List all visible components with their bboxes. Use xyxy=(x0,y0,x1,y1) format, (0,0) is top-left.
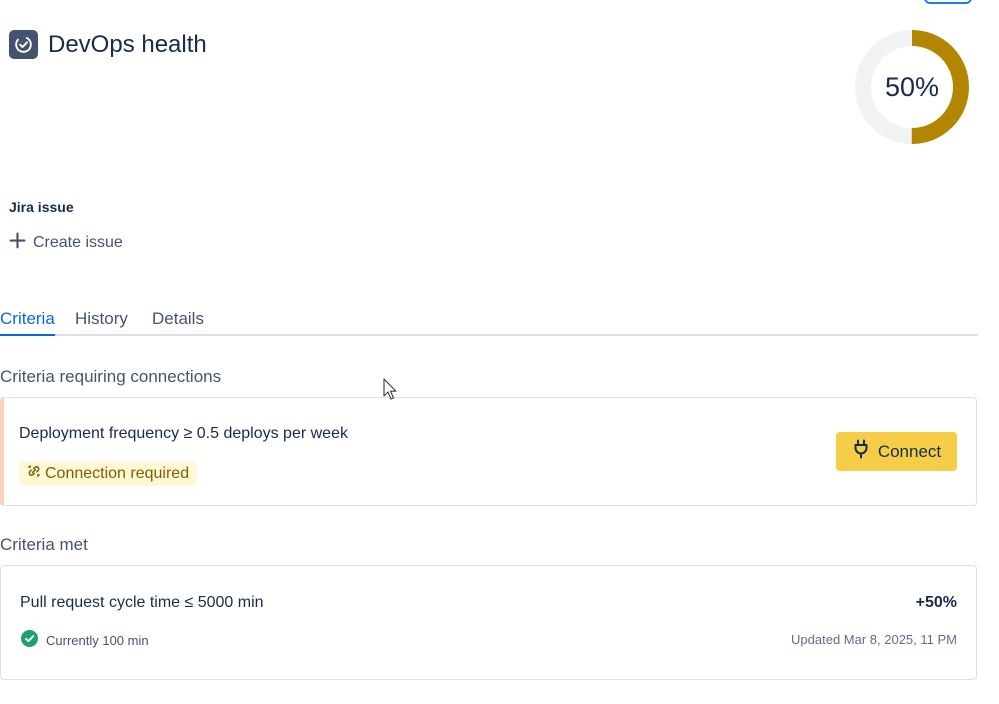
criterion-status: Currently 100 min xyxy=(21,630,149,650)
requiring-connections-title: Criteria requiring connections xyxy=(0,367,222,386)
criterion-card-deployment-frequency: Deployment frequency ≥ 0.5 deploys per w… xyxy=(0,397,977,506)
health-score-value: 50% xyxy=(884,71,940,102)
mouse-cursor-icon xyxy=(383,378,397,400)
tab-details[interactable]: Details xyxy=(152,305,204,333)
broken-link-icon xyxy=(27,464,41,483)
create-issue-label: Create issue xyxy=(33,234,123,251)
updated-timestamp: Updated Mar 8, 2025, 11 PM xyxy=(791,632,957,647)
plug-icon xyxy=(852,439,870,464)
criterion-text: Pull request cycle time ≤ 5000 min xyxy=(20,594,264,611)
plus-icon xyxy=(9,232,26,254)
create-issue-button[interactable]: Create issue xyxy=(9,232,123,254)
connection-required-badge: Connection required xyxy=(19,461,198,486)
current-value-text: Currently 100 min xyxy=(46,632,149,648)
criterion-score: +50% xyxy=(915,594,957,611)
active-tab-indicator xyxy=(0,334,55,336)
tab-history[interactable]: History xyxy=(75,305,128,333)
connect-label: Connect xyxy=(877,441,942,461)
connect-button[interactable]: Connect xyxy=(836,432,957,471)
jira-issue-label: Jira issue xyxy=(9,199,74,215)
criterion-text: Deployment frequency ≥ 0.5 deploys per w… xyxy=(19,425,348,442)
tabs-divider xyxy=(0,334,978,336)
check-circle-icon xyxy=(21,630,38,650)
criteria-met-title: Criteria met xyxy=(0,535,88,554)
tab-criteria[interactable]: Criteria xyxy=(0,305,55,333)
page-title: DevOps health xyxy=(48,31,207,58)
top-right-button[interactable] xyxy=(924,0,972,4)
connection-required-label: Connection required xyxy=(45,464,190,482)
criterion-card-pr-cycle-time: Pull request cycle time ≤ 5000 min +50% … xyxy=(0,565,977,680)
devops-health-icon xyxy=(9,30,38,59)
